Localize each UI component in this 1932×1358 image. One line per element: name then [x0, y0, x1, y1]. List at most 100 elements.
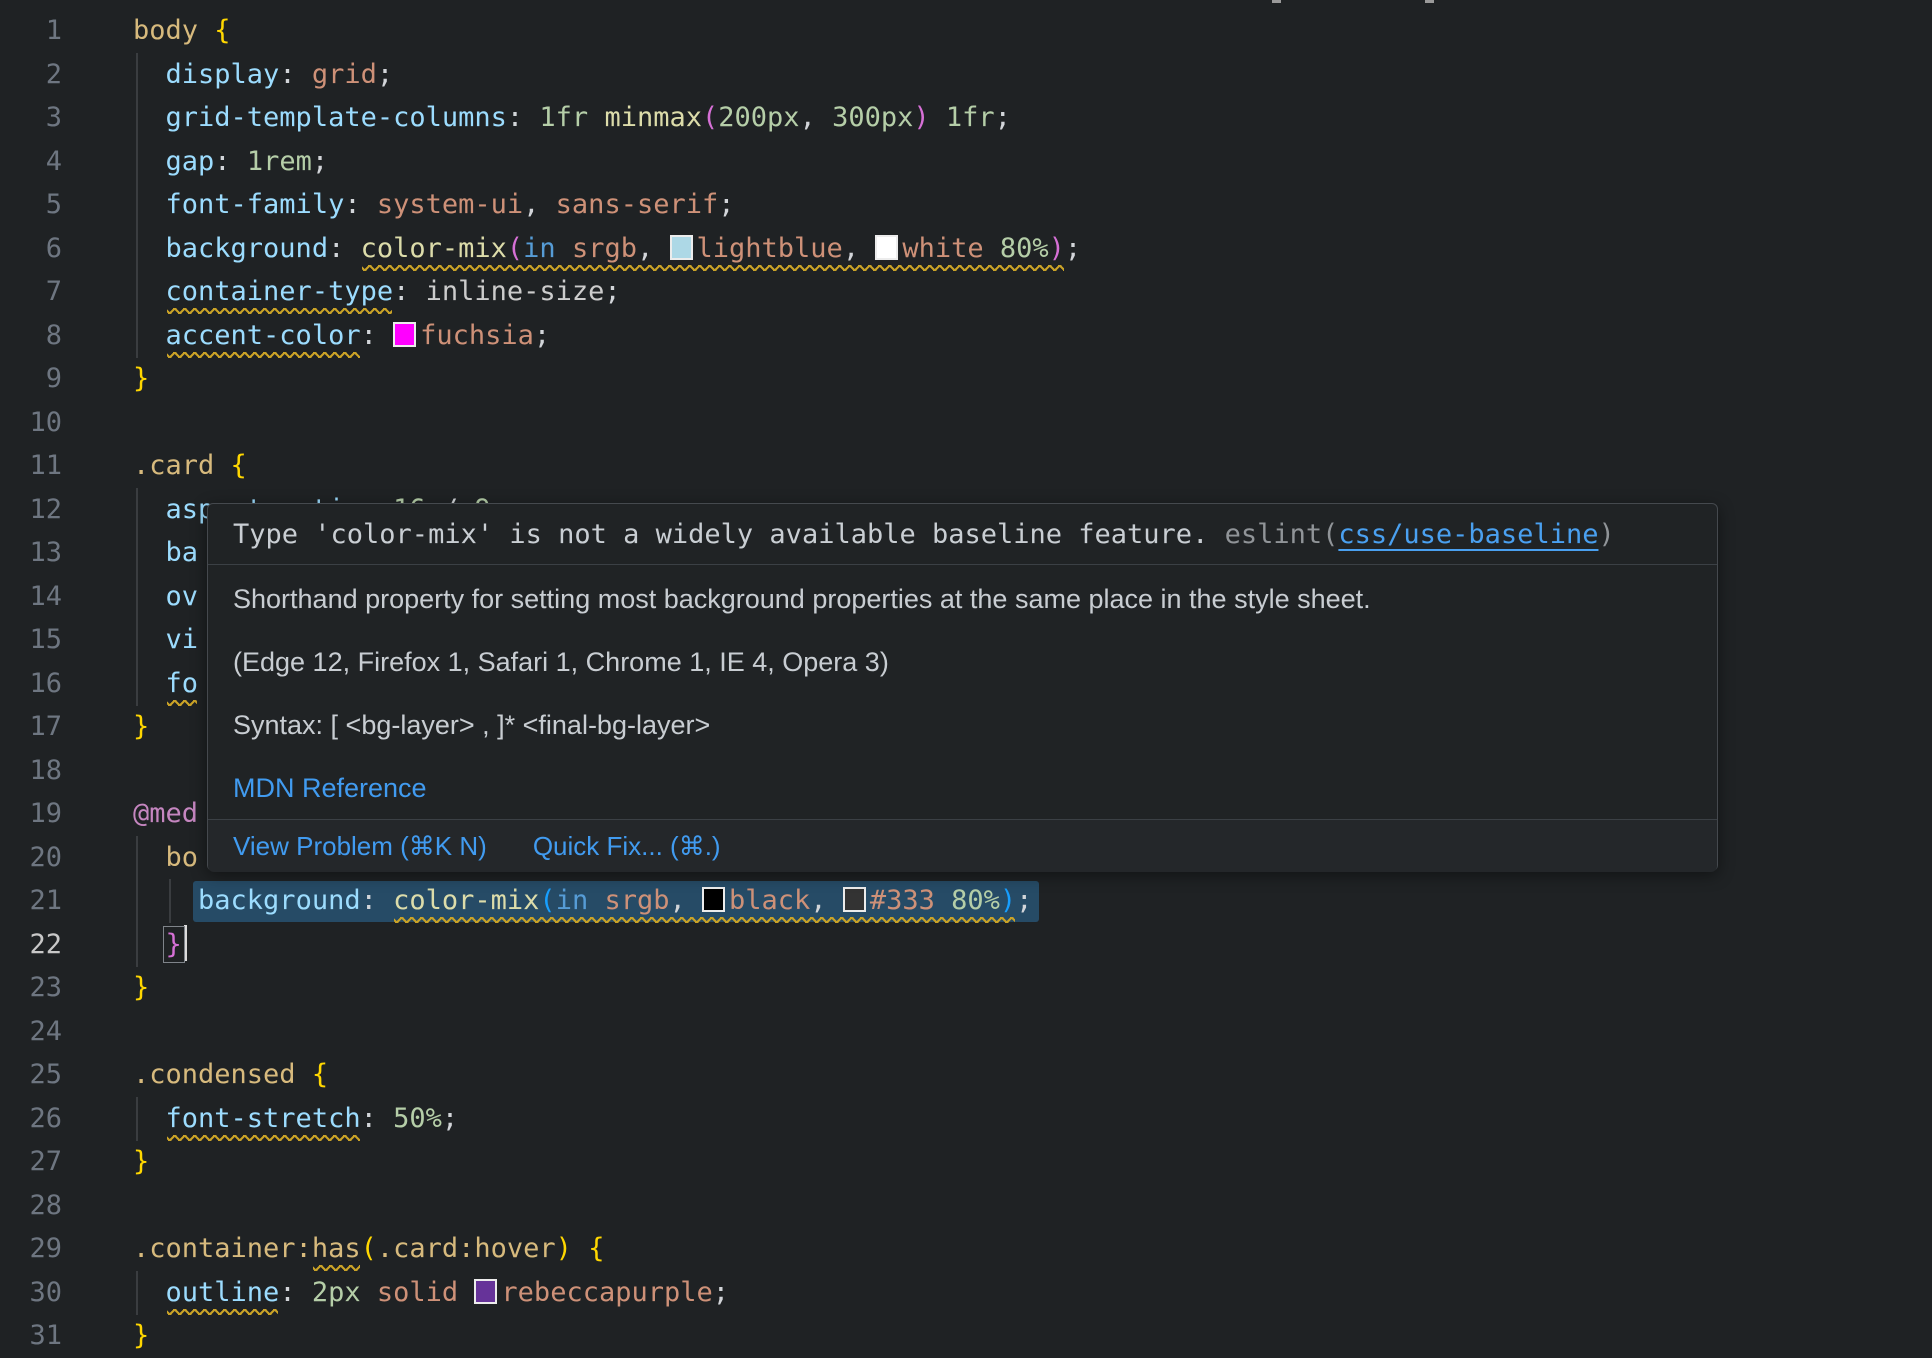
- code-token[interactable]: in: [556, 885, 589, 916]
- line-number[interactable]: 25: [0, 1053, 62, 1097]
- code-token[interactable]: .condensed: [133, 1059, 312, 1090]
- code-token[interactable]: font-family: [166, 189, 345, 220]
- line-number[interactable]: 11: [0, 444, 62, 488]
- line-number[interactable]: 18: [0, 749, 62, 793]
- code-token[interactable]: ,: [843, 233, 876, 264]
- code-token[interactable]: srgb: [572, 233, 637, 264]
- code-token[interactable]: background: [166, 233, 329, 264]
- line-number[interactable]: 21: [0, 879, 62, 923]
- code-token[interactable]: {: [312, 1059, 328, 1090]
- line-number[interactable]: 12: [0, 488, 62, 532]
- code-token[interactable]: (: [507, 233, 523, 264]
- code-token[interactable]: :: [344, 189, 377, 220]
- code-token[interactable]: [133, 276, 166, 307]
- code-token[interactable]: [133, 494, 166, 525]
- code-token[interactable]: :: [214, 146, 247, 177]
- code-token[interactable]: 1fr: [539, 102, 588, 133]
- code-token[interactable]: outline: [166, 1277, 280, 1308]
- line-number[interactable]: 6: [0, 227, 62, 271]
- code-token[interactable]: ,: [800, 102, 833, 133]
- code-token[interactable]: has: [312, 1233, 361, 1264]
- line-number[interactable]: 1: [0, 9, 62, 53]
- line-number[interactable]: 2: [0, 53, 62, 97]
- code-token[interactable]: }: [133, 972, 149, 1003]
- code-token[interactable]: ;: [718, 189, 734, 220]
- code-token[interactable]: ;: [312, 146, 328, 177]
- color-decorator[interactable]: [393, 322, 416, 347]
- mdn-reference-link[interactable]: MDN Reference: [233, 773, 427, 803]
- code-line[interactable]: 22 }: [0, 923, 1932, 967]
- code-token[interactable]: ,: [523, 189, 556, 220]
- code-line[interactable]: 25 .condensed {: [0, 1053, 1932, 1097]
- line-number[interactable]: 9: [0, 357, 62, 401]
- code-token[interactable]: .container:: [133, 1233, 312, 1264]
- code-token[interactable]: :: [279, 1277, 312, 1308]
- code-token[interactable]: system-ui: [377, 189, 523, 220]
- code-token[interactable]: }: [133, 363, 149, 394]
- code-token[interactable]: color-mix: [361, 233, 507, 264]
- code-token[interactable]: [588, 885, 604, 916]
- code-line[interactable]: 26 font-stretch: 50%;: [0, 1097, 1932, 1141]
- code-token[interactable]: 1fr: [946, 102, 995, 133]
- code-token[interactable]: 80%: [1000, 233, 1049, 264]
- code-token[interactable]: }: [166, 929, 182, 960]
- code-token[interactable]: @med: [133, 798, 198, 829]
- code-line[interactable]: 28: [0, 1184, 1932, 1228]
- code-token[interactable]: (: [539, 885, 555, 916]
- code-token[interactable]: 1rem: [247, 146, 312, 177]
- code-token[interactable]: ,: [637, 233, 670, 264]
- code-token[interactable]: [133, 146, 166, 177]
- line-number[interactable]: 31: [0, 1314, 62, 1358]
- code-token[interactable]: #333: [870, 885, 935, 916]
- code-token[interactable]: rebeccapurple: [501, 1277, 712, 1308]
- color-decorator[interactable]: [843, 887, 866, 912]
- code-token[interactable]: vi: [166, 624, 199, 655]
- code-token[interactable]: bo: [166, 842, 199, 873]
- code-line[interactable]: 8 accent-color: fuchsia;: [0, 314, 1932, 358]
- code-token[interactable]: fuchsia: [420, 320, 534, 351]
- line-number[interactable]: 14: [0, 575, 62, 619]
- code-token[interactable]: [133, 102, 166, 133]
- code-token[interactable]: container-type: [166, 276, 394, 307]
- code-token[interactable]: }: [133, 1320, 149, 1351]
- code-token[interactable]: color-mix: [393, 885, 539, 916]
- code-token[interactable]: :: [328, 233, 361, 264]
- code-token[interactable]: ;: [604, 276, 620, 307]
- code-token[interactable]: :: [361, 320, 394, 351]
- code-line[interactable]: 10: [0, 401, 1932, 445]
- code-editor[interactable]: 1body {2 display: grid;3 grid-template-c…: [0, 0, 1932, 1358]
- code-token[interactable]: solid: [377, 1277, 475, 1308]
- line-number[interactable]: 10: [0, 401, 62, 445]
- code-token[interactable]: {: [231, 450, 247, 481]
- code-token[interactable]: .card:hover: [377, 1233, 556, 1264]
- line-number[interactable]: 8: [0, 314, 62, 358]
- code-token[interactable]: ;: [534, 320, 550, 351]
- line-number[interactable]: 17: [0, 705, 62, 749]
- eslint-rule-link[interactable]: css/use-baseline: [1338, 519, 1598, 550]
- code-token[interactable]: body: [133, 15, 214, 46]
- code-token[interactable]: [133, 320, 166, 351]
- code-line[interactable]: 2 display: grid;: [0, 53, 1932, 97]
- code-token[interactable]: gap: [166, 146, 215, 177]
- line-number[interactable]: 15: [0, 618, 62, 662]
- code-line[interactable]: 7 container-type: inline-size;: [0, 270, 1932, 314]
- code-token[interactable]: [556, 233, 572, 264]
- code-token[interactable]: font-stretch: [166, 1103, 361, 1134]
- code-token[interactable]: srgb: [604, 885, 669, 916]
- code-line[interactable]: 1body {: [0, 9, 1932, 53]
- code-token[interactable]: ba: [166, 537, 199, 568]
- color-decorator[interactable]: [875, 235, 898, 260]
- code-token[interactable]: fo: [166, 668, 199, 699]
- code-token[interactable]: 200px: [718, 102, 799, 133]
- code-token[interactable]: ,: [810, 885, 843, 916]
- code-token[interactable]: ;: [713, 1277, 729, 1308]
- code-token[interactable]: ): [556, 1233, 572, 1264]
- code-token[interactable]: .card: [133, 450, 231, 481]
- code-token[interactable]: 2px: [312, 1277, 361, 1308]
- line-number[interactable]: 24: [0, 1010, 62, 1054]
- code-token[interactable]: [588, 102, 604, 133]
- code-token[interactable]: white: [902, 233, 983, 264]
- code-token[interactable]: [133, 929, 166, 960]
- code-line[interactable]: 27}: [0, 1140, 1932, 1184]
- code-token[interactable]: }: [133, 711, 149, 742]
